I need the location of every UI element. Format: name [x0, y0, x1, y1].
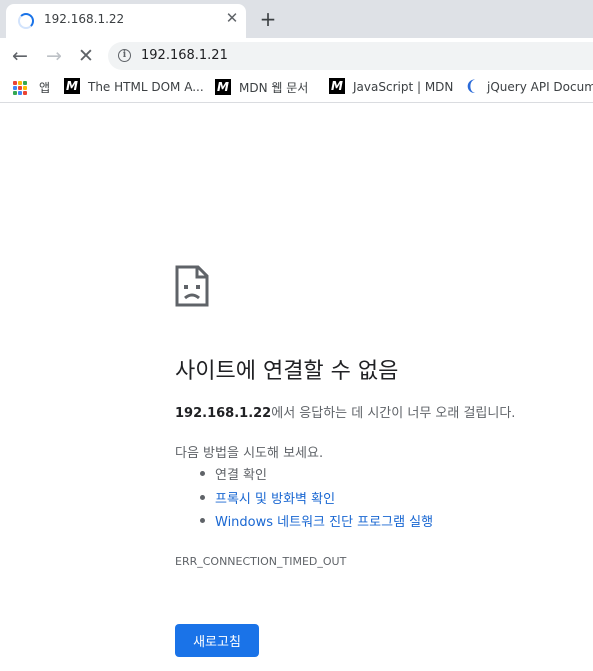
- browser-tab[interactable]: 192.168.1.22 ✕: [6, 4, 246, 38]
- tab-close-icon[interactable]: ✕: [224, 10, 240, 26]
- apps-grid-dot: [13, 80, 17, 85]
- bookmark-item[interactable]: M The HTML DOM A...: [64, 78, 204, 97]
- bookmark-apps[interactable]: 앱: [13, 79, 50, 97]
- apps-grid-dot: [18, 85, 22, 90]
- new-tab-button[interactable]: +: [258, 9, 278, 29]
- error-page: 사이트에 연결할 수 없음 192.168.1.22에서 응답하는 데 시간이 …: [0, 103, 593, 671]
- bookmark-item[interactable]: ❨ jQuery API Docum...: [463, 77, 593, 97]
- error-heading: 사이트에 연결할 수 없음: [175, 359, 399, 384]
- apps-grid-dot: [23, 85, 27, 90]
- apps-grid-dot: [18, 90, 22, 95]
- error-description: 192.168.1.22에서 응답하는 데 시간이 너무 오래 걸립니다.: [175, 402, 515, 421]
- error-host: 192.168.1.22: [175, 406, 272, 421]
- bookmark-label: jQuery API Docum...: [487, 80, 593, 94]
- mdn-icon: M: [215, 78, 231, 95]
- apps-grid-dot: [18, 80, 22, 85]
- error-description-suffix: 에서 응답하는 데 시간이 너무 오래 걸립니다.: [271, 406, 516, 421]
- sad-document-icon: [175, 265, 209, 307]
- browser-toolbar: ← → ✕ i 192.168.1.21: [0, 38, 593, 74]
- suggestions-heading: 다음 방법을 시도해 보세요.: [175, 446, 324, 461]
- address-bar[interactable]: i 192.168.1.21: [108, 42, 593, 70]
- apps-grid-dot: [13, 85, 17, 90]
- site-info-icon[interactable]: i: [118, 49, 131, 62]
- apps-grid-dot: [13, 90, 17, 95]
- bookmark-label: JavaScript | MDN: [353, 80, 454, 94]
- suggestion-check-proxy-firewall-link[interactable]: 프록시 및 방화벽 확인: [198, 488, 433, 512]
- suggestion-run-diagnostics-link[interactable]: Windows 네트워크 진단 프로그램 실행: [198, 511, 433, 535]
- tab-strip: 192.168.1.22 ✕ +: [0, 0, 593, 38]
- mdn-icon: M: [329, 78, 345, 94]
- bookmark-label: The HTML DOM A...: [88, 80, 204, 94]
- back-button[interactable]: ←: [8, 44, 32, 68]
- apps-grid-dot: [23, 90, 27, 95]
- reload-button[interactable]: 새로고침: [175, 624, 259, 657]
- apps-grid-dot: [23, 80, 27, 85]
- mdn-icon: M: [64, 78, 80, 94]
- apps-grid-icon: [13, 80, 27, 95]
- stop-loading-button[interactable]: ✕: [74, 44, 98, 68]
- bookmark-apps-label: 앱: [39, 81, 51, 95]
- bookmark-label: MDN 웹 문서: [239, 81, 309, 95]
- error-code: ERR_CONNECTION_TIMED_OUT: [175, 555, 347, 568]
- bookmarks-bar: 앱 M The HTML DOM A... M MDN 웹 문서 M JavaScri…: [0, 74, 593, 103]
- suggestion-list: 연결 확인 프록시 및 방화벽 확인 Windows 네트워크 진단 프로그램 …: [198, 464, 433, 535]
- jquery-icon: ❨: [464, 77, 478, 95]
- bookmark-item[interactable]: M JavaScript | MDN: [329, 78, 454, 97]
- loading-spinner-icon: [18, 13, 34, 29]
- tab-title: 192.168.1.22: [44, 12, 125, 26]
- forward-button[interactable]: →: [42, 44, 66, 68]
- suggestion-check-connection: 연결 확인: [198, 464, 433, 488]
- url-text[interactable]: 192.168.1.21: [141, 48, 228, 63]
- bookmark-item[interactable]: M MDN 웹 문서: [215, 78, 309, 97]
